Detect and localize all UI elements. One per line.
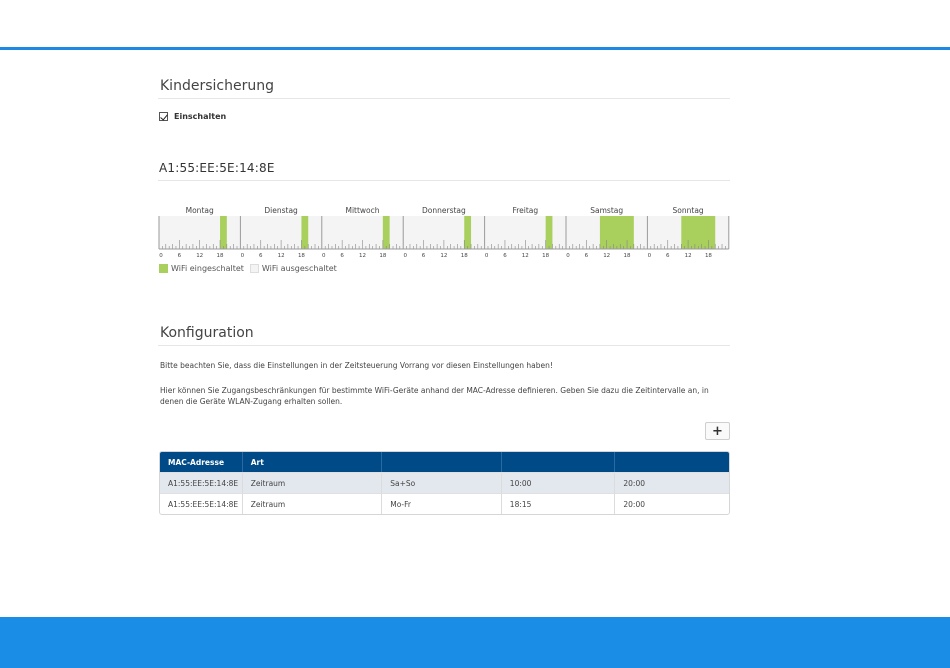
tick-label: 12 [522, 253, 529, 259]
tick-label: 12 [440, 253, 447, 259]
day-label: Donnerstag [422, 206, 466, 215]
mac-restriction-description: Hier können Sie Zugangsbeschränkungen fü… [160, 386, 709, 406]
tick-label: 6 [178, 253, 182, 259]
tick-label: 6 [585, 253, 589, 259]
tick-label: 0 [648, 253, 652, 259]
tick-label: 18 [379, 253, 386, 259]
legend-swatch-off [249, 264, 259, 273]
tick-label: 0 [485, 253, 489, 259]
column-header-start [500, 452, 615, 472]
mac-rules-table: MAC-Adresse Art A1:55:EE:5E:14:8E Zeitra… [159, 451, 730, 515]
cell-start-time: 18:15 [500, 494, 615, 514]
cell-type: Zeitraum [241, 494, 382, 514]
wifi-on-bar [382, 216, 390, 249]
cell-end-time: 20:00 [614, 494, 729, 514]
legend-label-on: WiFi eingeschaltet [171, 264, 244, 273]
wifi-on-bar [545, 216, 553, 249]
table-row[interactable]: A1:55:EE:5E:14:8E Zeitraum Sa+So 10:00 2… [160, 472, 729, 493]
wifi-on-bar [301, 216, 309, 249]
day-label: Mittwoch [345, 206, 379, 215]
cell-mac: A1:55:EE:5E:14:8E [168, 478, 239, 488]
tick-label: 18 [461, 253, 468, 259]
tick-label: 12 [603, 253, 610, 259]
configuration-title: Konfiguration [160, 325, 254, 341]
tick-label: 6 [503, 253, 507, 259]
tick-label: 18 [705, 253, 712, 259]
add-rule-button[interactable]: + [705, 422, 730, 440]
legend-swatch-on [159, 264, 168, 273]
priority-note: Bitte beachten Sie, dass die Einstellung… [160, 361, 553, 370]
column-header-type: Art [241, 452, 382, 472]
day-label: Freitag [512, 206, 538, 215]
tick-label: 0 [159, 253, 163, 259]
wifi-on-bar [599, 216, 634, 249]
tick-label: 6 [259, 253, 263, 259]
tick-label: 0 [566, 253, 570, 259]
tick-label: 18 [217, 253, 224, 259]
tick-label: 18 [542, 253, 549, 259]
tick-label: 18 [624, 253, 631, 259]
footer-bar [0, 617, 950, 668]
table-row[interactable]: A1:55:EE:5E:14:8E Zeitraum Mo-Fr 18:15 2… [160, 493, 729, 514]
legend-label-off: WiFi ausgeschaltet [261, 264, 337, 273]
cell-days: Sa+So [381, 473, 501, 493]
tick-label: 0 [322, 253, 326, 259]
tick-label: 12 [685, 253, 692, 259]
tick-label: 18 [298, 253, 305, 259]
cell-end-time: 20:00 [614, 473, 729, 493]
day-label: Montag [186, 206, 214, 215]
legend-item-on: WiFi eingeschaltet [159, 264, 244, 273]
tick-label: 6 [666, 253, 670, 259]
section-divider [158, 345, 730, 346]
cell-days: Mo-Fr [381, 494, 501, 514]
column-header-end [614, 452, 729, 472]
tick-label: 6 [422, 253, 426, 259]
wifi-on-bar [220, 216, 227, 249]
weekly-schedule-timeline: Montag 0 6 12 18 Dienstag 0 6 12 18 Mittwoch 0 6 12 18… [158, 206, 730, 259]
day-label: Dienstag [264, 206, 298, 215]
wifi-on-bar [464, 216, 472, 249]
tick-label: 12 [278, 253, 285, 259]
cell-type: Zeitraum [241, 473, 382, 493]
day-label: Samstag [590, 206, 623, 215]
day-label: Sonntag [673, 206, 704, 215]
column-header-days [381, 452, 501, 472]
schedule-legend: WiFi eingeschaltet WiFi ausgeschaltet [159, 264, 343, 273]
tick-label: 12 [359, 253, 366, 259]
cell-mac: A1:55:EE:5E:14:8E [168, 499, 239, 509]
column-header-mac: MAC-Adresse [168, 457, 225, 467]
table-header: MAC-Adresse Art [160, 452, 729, 472]
tick-label: 6 [340, 253, 344, 259]
wifi-on-bar [681, 216, 716, 249]
legend-item-off: WiFi ausgeschaltet [249, 264, 337, 273]
tick-label: 0 [241, 253, 245, 259]
cell-start-time: 10:00 [500, 473, 615, 493]
tick-label: 0 [403, 253, 407, 259]
tick-label: 12 [196, 253, 203, 259]
